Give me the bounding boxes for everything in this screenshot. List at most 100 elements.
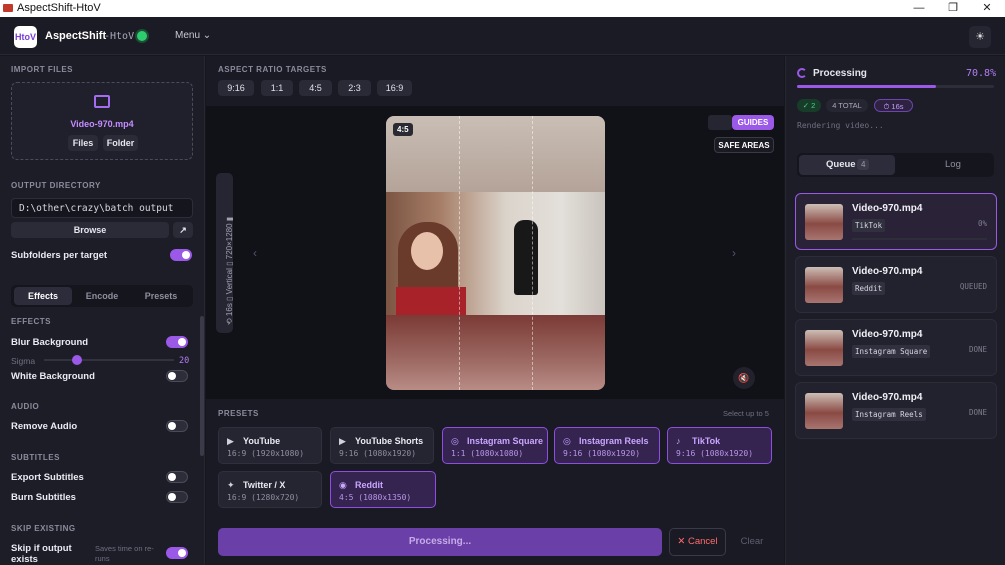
safe-areas-button[interactable]: SAFE AREAS bbox=[714, 137, 774, 153]
files-button[interactable]: Files bbox=[68, 135, 98, 151]
menu-button[interactable]: Menu ⌄ bbox=[175, 30, 211, 41]
file-drop-zone[interactable]: Video-970.mp4 Files Folder bbox=[11, 82, 193, 160]
queue-item[interactable]: Video-970.mp4 Reddit QUEUED bbox=[795, 256, 997, 313]
blur-background-toggle[interactable] bbox=[166, 336, 188, 348]
white-background-label: White Background bbox=[11, 371, 95, 382]
preset-size: 9:16 (1080x1920) bbox=[339, 449, 417, 458]
sigma-slider-handle[interactable] bbox=[72, 355, 82, 365]
elapsed-time-badge: ⏱ 16s bbox=[874, 99, 913, 112]
brand-suffix: -HtoV bbox=[104, 31, 135, 42]
export-subtitles-label: Export Subtitles bbox=[11, 472, 84, 483]
open-folder-icon[interactable]: ↗ bbox=[173, 222, 193, 238]
remove-audio-toggle[interactable] bbox=[166, 420, 188, 432]
preset-card-youtube-shorts[interactable]: ▶ YouTube Shorts 9:16 (1080x1920) bbox=[330, 427, 434, 464]
presets-heading: PRESETS bbox=[218, 409, 259, 418]
video-thumbnail bbox=[805, 204, 843, 240]
tab-presets[interactable]: Presets bbox=[132, 287, 190, 305]
sigma-slider-track bbox=[44, 359, 174, 361]
close-button[interactable]: ✕ bbox=[970, 0, 1004, 17]
blur-background-label: Blur Background bbox=[11, 337, 89, 348]
sigma-label: Sigma bbox=[11, 356, 36, 366]
tab-effects[interactable]: Effects bbox=[14, 287, 72, 305]
video-info-text: ⟲ 16s ▯ Vertical ▯ 720×1280 ▮ bbox=[225, 216, 234, 325]
preset-name: Reddit bbox=[355, 480, 383, 490]
window-title: AspectShift-HtoV bbox=[17, 2, 101, 14]
cancel-button[interactable]: ✕ Cancel bbox=[669, 528, 726, 556]
output-directory-heading: OUTPUT DIRECTORY bbox=[11, 181, 101, 190]
preset-size: 9:16 (1080x1920) bbox=[676, 449, 754, 458]
preset-card-tiktok[interactable]: ♪ TikTok 9:16 (1080x1920) bbox=[667, 427, 772, 464]
guides-button[interactable]: GUIDES bbox=[732, 115, 774, 130]
queue-item-name: Video-970.mp4 bbox=[852, 266, 923, 277]
queue-item[interactable]: Video-970.mp4 TikTok 0% bbox=[795, 193, 997, 250]
presets-hint: Select up to 5 bbox=[723, 409, 769, 418]
tab-encode[interactable]: Encode bbox=[73, 287, 131, 305]
preset-card-youtube[interactable]: ▶ YouTube 16:9 (1920x1080) bbox=[218, 427, 322, 464]
process-button[interactable]: Processing... bbox=[218, 528, 662, 556]
app-logo: HtoV bbox=[14, 26, 37, 48]
sidebar-scrollbar[interactable] bbox=[200, 316, 204, 456]
twitter-icon: ✦ bbox=[227, 480, 235, 490]
video-info-strip: ⟲ 16s ▯ Vertical ▯ 720×1280 ▮ bbox=[216, 173, 234, 333]
queue-item-target: Instagram Square bbox=[852, 345, 931, 358]
ratio-4-5-chip[interactable]: 4:5 bbox=[299, 80, 332, 96]
queue-item-status: QUEUED bbox=[959, 282, 987, 291]
output-path-field[interactable]: D:\other\crazy\batch output bbox=[11, 198, 193, 218]
processing-status: Processing bbox=[813, 68, 867, 79]
tab-log[interactable]: Log bbox=[945, 159, 961, 170]
blurred-background-top bbox=[386, 116, 605, 192]
left-sidebar: IMPORT FILES Video-970.mp4 Files Folder … bbox=[0, 56, 205, 565]
app-window-icon bbox=[3, 4, 13, 12]
preview-ratio-badge: 4:5 bbox=[393, 123, 413, 136]
subfolders-toggle[interactable] bbox=[170, 249, 192, 261]
ratio-16-9-chip[interactable]: 16:9 bbox=[377, 80, 412, 96]
preset-size: 1:1 (1080x1080) bbox=[451, 449, 524, 458]
progress-track bbox=[797, 85, 994, 88]
ratio-1-1-chip[interactable]: 1:1 bbox=[261, 80, 293, 96]
white-background-toggle[interactable] bbox=[166, 370, 188, 382]
theme-toggle-icon[interactable]: ☀ bbox=[969, 26, 991, 48]
sigma-value: 20 bbox=[179, 356, 190, 366]
preset-size: 16:9 (1280x720) bbox=[227, 493, 300, 502]
queue-item-name: Video-970.mp4 bbox=[852, 329, 923, 340]
queue-item-status: 0% bbox=[977, 219, 987, 228]
skip-existing-label: Skip if output exists bbox=[11, 543, 72, 565]
video-thumbnail bbox=[805, 393, 843, 429]
preset-card-twitter[interactable]: ✦ Twitter / X 16:9 (1280x720) bbox=[218, 471, 322, 508]
maximize-button[interactable]: ❐ bbox=[936, 0, 970, 17]
preset-card-instagram-reels[interactable]: ◎ Instagram Reels 9:16 (1080x1920) bbox=[554, 427, 660, 464]
preset-card-instagram-square[interactable]: ◎ Instagram Square 1:1 (1080x1080) bbox=[442, 427, 548, 464]
browse-button[interactable]: Browse bbox=[11, 222, 169, 238]
skip-existing-toggle[interactable] bbox=[166, 547, 188, 559]
folder-button[interactable]: Folder bbox=[103, 135, 138, 151]
preset-size: 4:5 (1080x1350) bbox=[339, 493, 412, 502]
remove-audio-label: Remove Audio bbox=[11, 421, 78, 432]
instagram-icon: ◎ bbox=[563, 436, 571, 446]
ratio-2-3-chip[interactable]: 2:3 bbox=[338, 80, 371, 96]
face bbox=[411, 232, 443, 270]
queue-item-target: TikTok bbox=[852, 219, 886, 232]
video-preview: 4:5 bbox=[386, 116, 605, 390]
prev-arrow-icon[interactable]: ‹ bbox=[253, 246, 257, 260]
mute-icon[interactable]: 🔇 bbox=[733, 367, 755, 389]
queue-item-target: Instagram Reels bbox=[852, 408, 926, 421]
export-subtitles-toggle[interactable] bbox=[166, 471, 188, 483]
queue-item[interactable]: Video-970.mp4 Instagram Square DONE bbox=[795, 319, 997, 376]
preset-card-reddit[interactable]: ◉ Reddit 4:5 (1080x1350) bbox=[330, 471, 436, 508]
tab-queue-label: Queue bbox=[826, 159, 856, 170]
tab-queue[interactable]: Queue 4 bbox=[799, 155, 895, 175]
minimize-button[interactable]: — bbox=[902, 0, 936, 17]
video-thumbnail bbox=[805, 330, 843, 366]
queue-item[interactable]: Video-970.mp4 Instagram Reels DONE bbox=[795, 382, 997, 439]
video-thumbnail bbox=[805, 267, 843, 303]
main-area: ASPECT RATIO TARGETS 9:16 1:1 4:5 2:3 16… bbox=[206, 56, 784, 565]
clear-button[interactable]: Clear bbox=[736, 528, 768, 556]
burn-subtitles-toggle[interactable] bbox=[166, 491, 188, 503]
next-arrow-icon[interactable]: › bbox=[732, 246, 736, 260]
guide-line-right bbox=[532, 116, 533, 390]
preset-size: 9:16 (1080x1920) bbox=[563, 449, 641, 458]
audio-heading: AUDIO bbox=[11, 402, 40, 411]
ratio-9-16-chip[interactable]: 9:16 bbox=[218, 80, 254, 96]
instagram-icon: ◎ bbox=[451, 436, 459, 446]
burn-subtitles-label: Burn Subtitles bbox=[11, 492, 76, 503]
